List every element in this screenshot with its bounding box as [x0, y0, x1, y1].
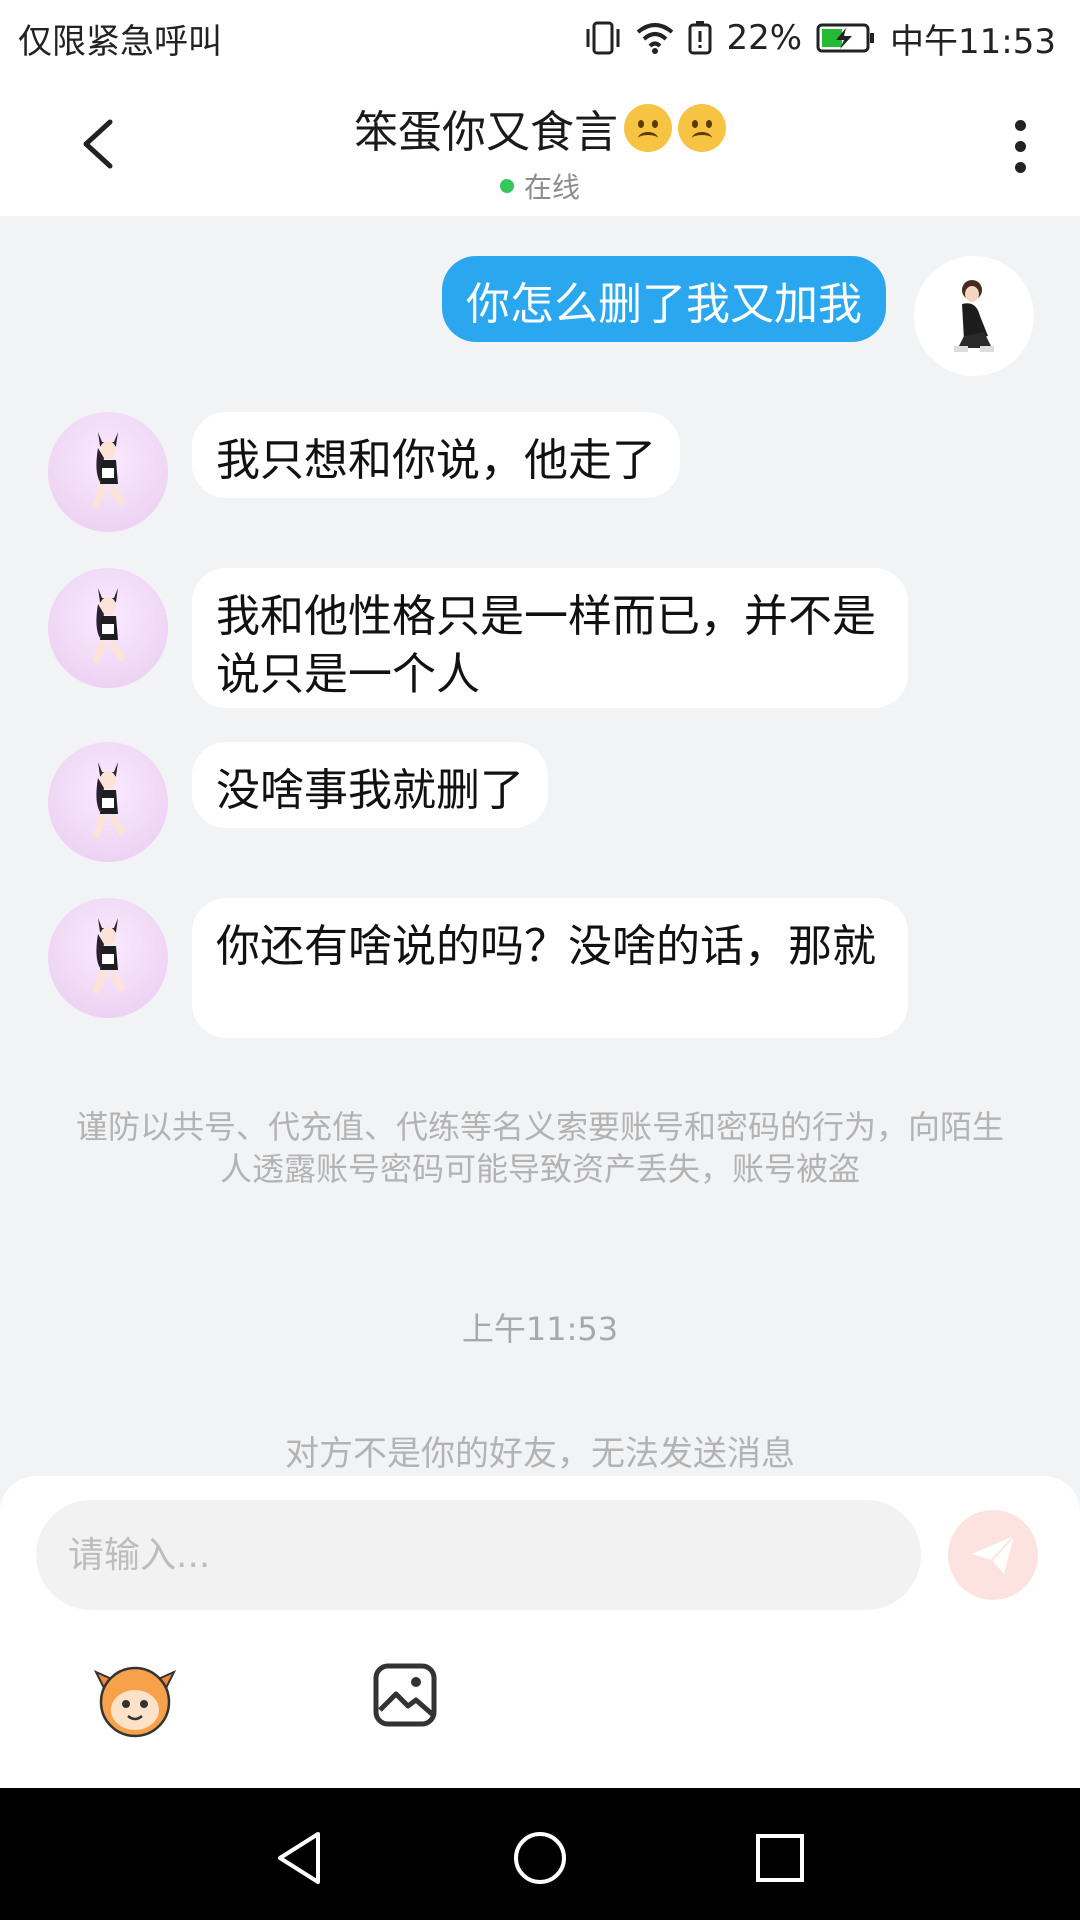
nav-recents-icon[interactable] — [750, 1828, 810, 1888]
carrier-text: 仅限紧急呼叫 — [18, 21, 222, 62]
message-bubble-sent[interactable]: 你怎么删了我又加我 — [442, 256, 886, 342]
message-bubble-received[interactable]: 没啥事我就删了 — [192, 742, 548, 828]
contact-avatar[interactable] — [48, 742, 168, 862]
input-panel — [0, 1476, 1080, 1788]
battery-percent: 22% — [726, 18, 803, 58]
chat-header: 笨蛋你又食言 在线 — [0, 76, 1080, 216]
contact-avatar[interactable] — [48, 568, 168, 688]
title-wrap: 笨蛋你又食言 在线 — [0, 96, 1080, 206]
online-status: 在线 — [499, 166, 580, 206]
frowning-face-emoji-icon — [678, 104, 726, 152]
send-icon — [972, 1535, 1015, 1574]
mascot-emoji-icon — [93, 1666, 177, 1738]
clock: 中午11:53 — [890, 21, 1056, 62]
avatar-figure-icon — [92, 918, 126, 994]
message-input[interactable] — [36, 1500, 921, 1610]
chat-area[interactable]: 你怎么删了我又加我 我只想和你说，他走了 我和他性格只是一样而已，并不是说只是一… — [0, 216, 1080, 1476]
security-notice: 谨防以共号、代充值、代练等名义索要账号和密码的行为，向陌生人透露账号密码可能导致… — [75, 1108, 1004, 1188]
vibrate-icon — [586, 21, 620, 55]
contact-name-text: 笨蛋你又食言 — [354, 107, 618, 158]
avatar-figure-icon — [92, 432, 126, 508]
online-status-text: 在线 — [523, 171, 580, 204]
image-button[interactable] — [372, 1662, 438, 1728]
status-bar: 仅限紧急呼叫 22% 中午11:53 — [0, 0, 1080, 76]
message-time: 上午11:53 — [461, 1310, 619, 1348]
avatar-figure-icon — [92, 762, 126, 838]
online-dot-icon — [499, 179, 514, 193]
message-bubble-received[interactable]: 你还有啥说的吗？没啥的话，那就 — [192, 898, 908, 1038]
send-button[interactable] — [948, 1510, 1038, 1600]
wifi-icon — [637, 23, 674, 54]
system-nav-bar — [0, 1788, 1080, 1920]
contact-name: 笨蛋你又食言 — [354, 96, 726, 160]
status-icons: 22% 中午11:53 — [584, 14, 1056, 63]
image-icon — [373, 1663, 437, 1727]
nav-back-icon[interactable] — [270, 1828, 330, 1888]
nav-home-icon[interactable] — [510, 1828, 570, 1888]
message-bubble-received[interactable]: 我只想和你说，他走了 — [192, 412, 680, 498]
message-bubble-received[interactable]: 我和他性格只是一样而已，并不是说只是一个人 — [192, 568, 908, 708]
emoji-button[interactable] — [90, 1658, 180, 1738]
contact-avatar[interactable] — [48, 898, 168, 1018]
confused-face-emoji-icon — [624, 104, 672, 152]
avatar-figure-icon — [954, 280, 994, 352]
battery-alert-icon — [688, 21, 712, 55]
not-friend-notice: 对方不是你的好友，无法发送消息 — [285, 1434, 795, 1474]
my-avatar[interactable] — [914, 256, 1034, 376]
avatar-figure-icon — [92, 588, 126, 664]
battery-charging-icon — [816, 23, 875, 53]
contact-avatar[interactable] — [48, 412, 168, 532]
more-options-icon[interactable] — [1010, 120, 1030, 176]
